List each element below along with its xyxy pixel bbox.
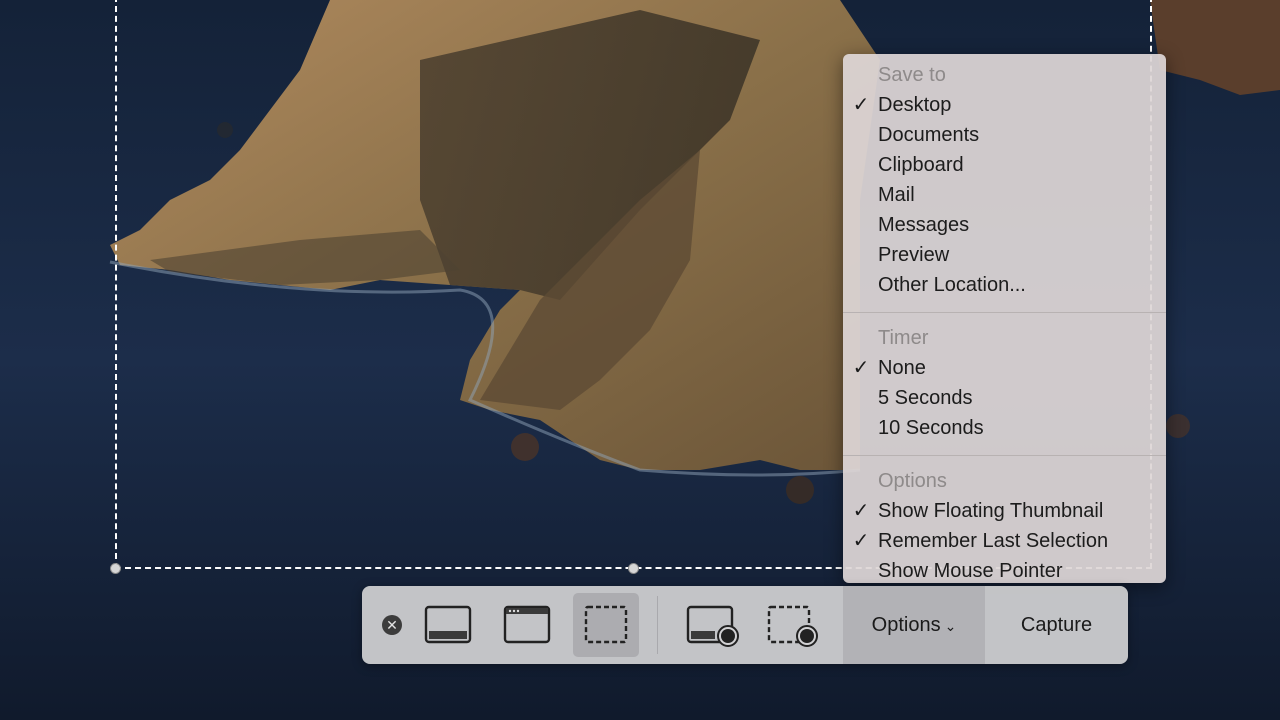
menu-item-timer-none[interactable]: ✓ None xyxy=(843,353,1166,383)
menu-item-mail[interactable]: Mail xyxy=(843,180,1166,210)
menu-item-other-location[interactable]: Other Location... xyxy=(843,270,1166,300)
checkmark-icon: ✓ xyxy=(852,500,870,522)
menu-item-messages[interactable]: Messages xyxy=(843,210,1166,240)
chevron-down-icon: ⌄ xyxy=(944,618,957,634)
menu-separator xyxy=(843,312,1166,313)
menu-section-options: Options ✓ Show Floating Thumbnail ✓ Rememb… xyxy=(843,466,1166,586)
close-icon[interactable]: ✕ xyxy=(382,615,402,635)
menu-header-save-to: Save to xyxy=(878,64,946,86)
menu-section-timer: Timer ✓ None 5 Seconds 10 Seconds xyxy=(843,323,1166,443)
menu-item-timer-10-seconds[interactable]: 10 Seconds xyxy=(843,413,1166,443)
capture-selected-window-icon[interactable] xyxy=(494,593,560,657)
menu-item-clipboard[interactable]: Clipboard xyxy=(843,150,1166,180)
menu-header-options: Options xyxy=(878,470,947,492)
checkmark-icon: ✓ xyxy=(852,530,870,552)
options-menu: Save to ✓ Desktop Documents Clipboard Mai… xyxy=(843,54,1166,583)
menu-separator xyxy=(843,455,1166,456)
selection-handle-bottom-left[interactable] xyxy=(110,563,121,574)
screenshot-toolbar: ✕ Options ⌄ Capture xyxy=(362,586,1128,664)
selection-handle-bottom-middle[interactable] xyxy=(628,563,639,574)
menu-header-timer: Timer xyxy=(878,327,929,349)
record-entire-screen-icon[interactable] xyxy=(680,593,746,657)
toolbar-divider xyxy=(657,596,658,654)
checkmark-icon: ✓ xyxy=(852,94,870,116)
checkmark-icon: ✓ xyxy=(852,357,870,379)
menu-item-timer-5-seconds[interactable]: 5 Seconds xyxy=(843,383,1166,413)
menu-item-preview[interactable]: Preview xyxy=(843,240,1166,270)
menu-item-remember-last-selection[interactable]: ✓ Remember Last Selection xyxy=(843,526,1166,556)
capture-entire-screen-icon[interactable] xyxy=(415,593,481,657)
menu-section-save-to: Save to ✓ Desktop Documents Clipboard Mai… xyxy=(843,60,1166,300)
options-label: Options xyxy=(871,614,941,636)
menu-item-show-mouse-pointer[interactable]: Show Mouse Pointer xyxy=(843,556,1166,586)
capture-button[interactable]: Capture xyxy=(985,586,1128,664)
menu-item-documents[interactable]: Documents xyxy=(843,120,1166,150)
menu-item-show-floating-thumbnail[interactable]: ✓ Show Floating Thumbnail xyxy=(843,496,1166,526)
menu-item-desktop[interactable]: ✓ Desktop xyxy=(843,90,1166,120)
record-selected-portion-icon[interactable] xyxy=(761,593,827,657)
options-button[interactable]: Options ⌄ xyxy=(843,586,985,664)
capture-selected-portion-icon[interactable] xyxy=(573,593,639,657)
